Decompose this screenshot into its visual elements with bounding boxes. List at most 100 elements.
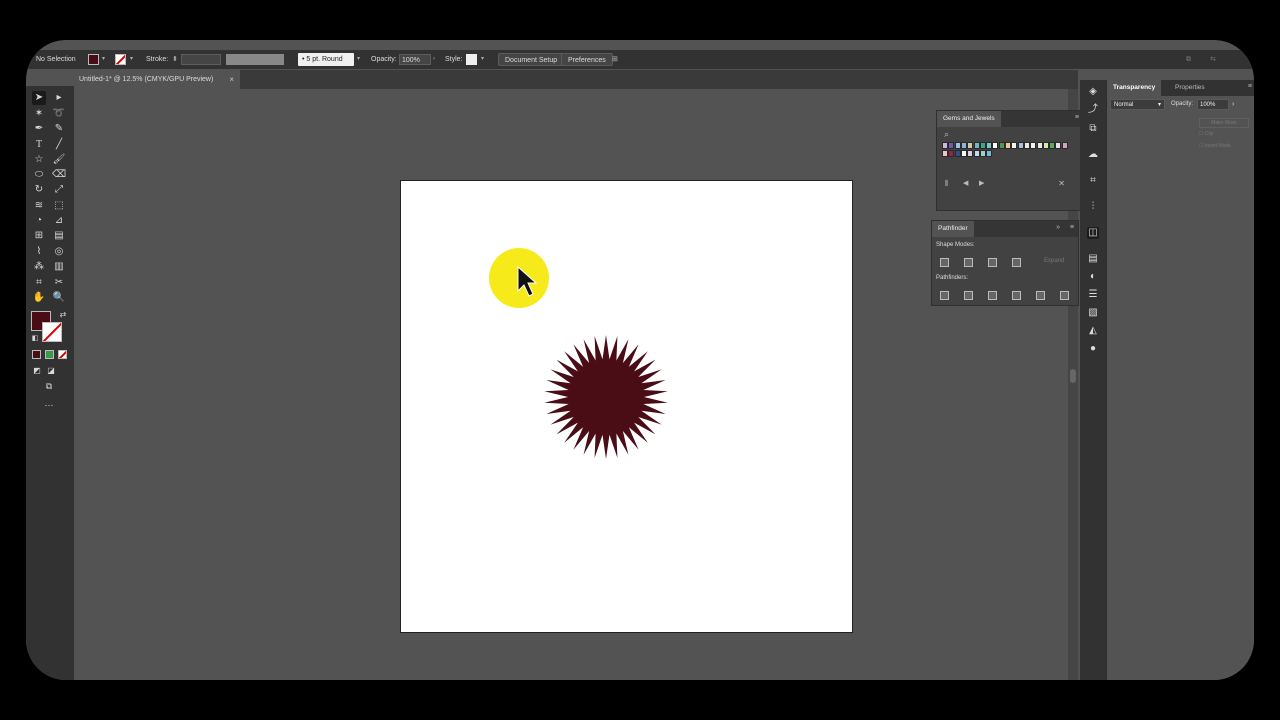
preferences-button[interactable]: Preferences <box>561 53 613 66</box>
swatch-chip[interactable] <box>1061 142 1068 149</box>
graphic-style-swatch[interactable] <box>466 54 477 65</box>
eyedropper-tool-icon[interactable]: ⌇ <box>32 245 46 259</box>
swatch-chip[interactable] <box>1036 142 1043 149</box>
swatch-chip[interactable] <box>948 142 955 149</box>
swatch-chip[interactable] <box>1011 142 1018 149</box>
swatch-chip[interactable] <box>967 150 974 157</box>
outline-icon[interactable] <box>1036 291 1045 300</box>
swatch-chip[interactable] <box>954 142 961 149</box>
appearance-icon[interactable]: ◐ <box>1087 271 1099 283</box>
swatch-chip[interactable] <box>942 150 948 157</box>
swatch-chip[interactable] <box>1030 142 1037 149</box>
style-dropdown-icon[interactable]: ▾ <box>481 50 484 69</box>
color-mode-icon[interactable] <box>32 350 41 359</box>
default-fill-stroke-icon[interactable]: ◧ <box>28 332 42 346</box>
stroke-stepper-icon[interactable]: ⬍ <box>172 50 178 69</box>
shape-builder-tool-icon[interactable]: ◔ <box>32 214 46 228</box>
draw-mode-icon[interactable]: ◩ <box>30 364 44 378</box>
swatch-chip[interactable] <box>960 142 967 149</box>
draw-inside-icon[interactable]: ◪ <box>44 364 58 378</box>
stroke-dropdown-icon[interactable]: ▾ <box>130 50 133 69</box>
expand-button[interactable]: Expand <box>1044 258 1064 264</box>
mesh-tool-icon[interactable]: ⊞ <box>32 229 46 243</box>
swap-fill-stroke-icon[interactable]: ⇄ <box>56 308 70 322</box>
fill-swatch[interactable] <box>88 54 99 65</box>
stroke-swatch[interactable] <box>115 54 126 65</box>
swatch-chip[interactable] <box>942 142 948 149</box>
slice-tool-icon[interactable]: ✂ <box>52 276 66 290</box>
swatch-chip[interactable] <box>1049 142 1056 149</box>
search-icon[interactable]: ⌕ <box>944 129 949 140</box>
curvature-tool-icon[interactable]: ✎ <box>52 122 66 136</box>
graphic-styles-icon[interactable]: ▧ <box>1087 307 1099 319</box>
next-library-icon[interactable]: ▶ <box>979 179 984 187</box>
panel-menu-icon[interactable]: ≡ <box>1075 114 1079 121</box>
gradient-tool-icon[interactable]: ▤ <box>52 229 66 243</box>
color-panel-icon[interactable]: ● <box>1087 343 1099 355</box>
pen-tool-icon[interactable]: ✒ <box>32 122 46 136</box>
graph-tool-icon[interactable]: ▥ <box>52 260 66 274</box>
brush-definition-select[interactable]: • 5 pt. Round <box>298 53 354 66</box>
minus-back-icon[interactable] <box>1060 291 1069 300</box>
scale-tool-icon[interactable]: ⤢ <box>52 183 66 197</box>
opacity-field[interactable]: 100% <box>1197 99 1229 110</box>
symbol-sprayer-tool-icon[interactable]: ⁂ <box>32 260 46 274</box>
invert-mask-checkbox[interactable]: ☐ Invert Mask <box>1199 143 1231 149</box>
layers-icon[interactable]: ◈ <box>1087 86 1099 98</box>
none-mode-icon[interactable] <box>58 350 67 359</box>
canvas-area[interactable] <box>74 89 1069 680</box>
swatch-chip[interactable] <box>998 142 1005 149</box>
pathfinder-dock-icon[interactable]: ◫ <box>1087 227 1099 239</box>
swatch-chip[interactable] <box>986 142 993 149</box>
swatch-chip[interactable] <box>960 150 967 157</box>
swatch-chip[interactable] <box>954 150 961 157</box>
opacity-arrow-icon[interactable]: › <box>1232 99 1234 110</box>
tab-transparency[interactable]: Transparency <box>1107 80 1162 96</box>
stroke-weight-field[interactable] <box>181 54 221 65</box>
zoom-tool-icon[interactable]: 🔍 <box>52 291 66 305</box>
swatch-chip[interactable] <box>992 142 999 149</box>
blend-tool-icon[interactable]: ◎ <box>52 245 66 259</box>
swatch-chip[interactable] <box>1017 142 1024 149</box>
swatch-libraries-menu-icon[interactable]: ⫴ <box>945 179 948 189</box>
swatch-chip[interactable] <box>1005 142 1011 149</box>
crop-icon[interactable] <box>1012 291 1021 300</box>
merge-icon[interactable] <box>988 291 997 300</box>
brush-dropdown-icon[interactable]: ▾ <box>357 50 360 69</box>
edit-toolbar-icon[interactable]: ⋯ <box>42 398 56 412</box>
swatch-chip[interactable] <box>1042 142 1049 149</box>
artboards-icon[interactable]: ⧉ <box>1087 123 1099 135</box>
swatch-chip[interactable] <box>973 142 980 149</box>
warp-tool-icon[interactable]: ≋ <box>32 199 46 213</box>
star-tool-icon[interactable]: ☆ <box>32 153 46 167</box>
transform-icon[interactable]: ⌗ <box>1087 175 1099 187</box>
arrange-documents-icon[interactable]: ⊞ <box>612 50 618 69</box>
magic-wand-tool-icon[interactable]: ✶ <box>32 107 46 121</box>
free-transform-tool-icon[interactable]: ⬚ <box>52 199 66 213</box>
paintbrush-tool-icon[interactable]: 🖌 <box>52 153 66 167</box>
align-icon[interactable]: ⫶ <box>1087 201 1099 213</box>
opacity-field[interactable]: 100% <box>399 54 431 65</box>
symbols-icon[interactable]: ◭ <box>1087 325 1099 337</box>
gradient-panel-icon[interactable]: ▤ <box>1087 253 1099 265</box>
hand-tool-icon[interactable]: ✋ <box>32 291 46 305</box>
swatch-chip[interactable] <box>986 150 993 157</box>
pathfinder-tab[interactable]: Pathfinder <box>932 221 974 237</box>
line-tool-icon[interactable]: ╱ <box>52 138 66 152</box>
swatch-library-tab[interactable]: Gems and Jewels <box>937 111 1001 127</box>
eraser-tool-icon[interactable]: ⌫ <box>52 168 66 182</box>
type-tool-icon[interactable]: T <box>32 138 46 152</box>
swatch-chip[interactable] <box>948 150 955 157</box>
panel-menu-icon[interactable]: ≡ <box>1248 83 1252 90</box>
artboard-tool-icon[interactable]: ⌗ <box>32 276 46 290</box>
selection-tool-icon[interactable]: ➤ <box>32 91 46 105</box>
window-restore-icon[interactable]: ⧉ <box>1186 50 1191 69</box>
gradient-mode-icon[interactable] <box>45 350 54 359</box>
document-setup-button[interactable]: Document Setup <box>498 53 565 66</box>
document-tab[interactable]: Untitled-1* @ 12.5% (CMYK/GPU Preview) × <box>74 70 240 89</box>
opacity-arrow-icon[interactable]: › <box>433 50 435 69</box>
screen-mode-icon[interactable]: ⧉ <box>42 379 56 393</box>
direct-selection-tool-icon[interactable]: ▸ <box>52 91 66 105</box>
panel-menu-icon[interactable]: ≡ <box>1070 224 1074 231</box>
export-icon[interactable]: ⤴ <box>1087 104 1099 116</box>
